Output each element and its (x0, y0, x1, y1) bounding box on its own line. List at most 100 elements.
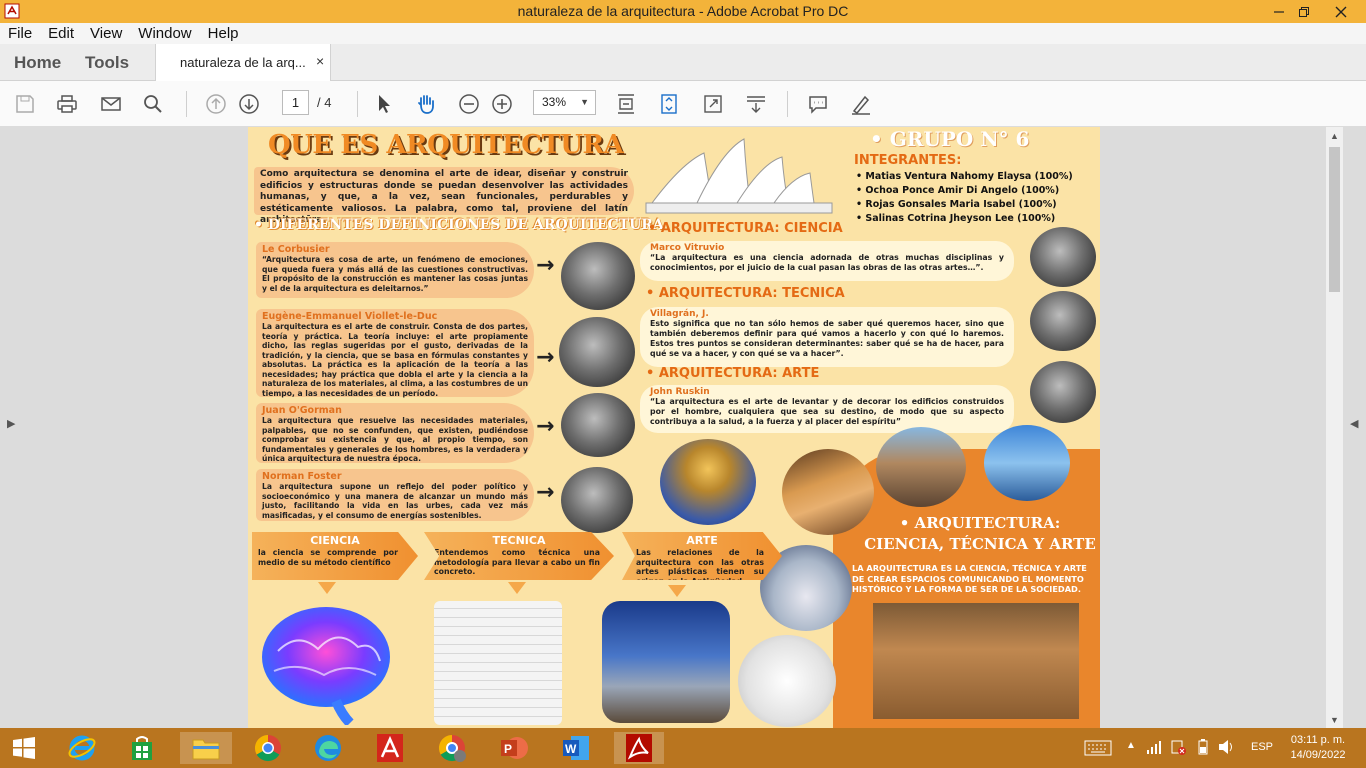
photo-colosseum (873, 603, 1079, 719)
portrait-norman-foster (561, 467, 633, 533)
prev-page-button[interactable] (204, 92, 228, 116)
section-author: Villagrán, J. (650, 309, 709, 319)
opera-house-illustration (645, 138, 833, 214)
restore-icon (1299, 6, 1309, 17)
zoom-select[interactable]: 33% ▼ (533, 90, 596, 115)
definition-card: Juan O'Gorman La arquitectura que resuel… (256, 403, 534, 463)
tab-close-icon[interactable]: × (316, 53, 324, 69)
save-button[interactable] (13, 92, 37, 116)
start-button[interactable] (2, 732, 46, 764)
fullscreen-button[interactable] (701, 92, 725, 116)
taskbar-acrobat[interactable] (368, 732, 412, 764)
section-heading-ciencia: • ARQUITECTURA: CIENCIA (648, 221, 843, 236)
list-item: • Rojas Gonsales Maria Isabel (100%) (856, 199, 1057, 210)
battery-icon[interactable] (1195, 739, 1211, 755)
definition-author: Juan O'Gorman (262, 405, 342, 416)
acrobat-pro-icon (626, 734, 652, 762)
internet-explorer-icon (68, 735, 96, 761)
scroll-mode-button[interactable] (614, 92, 638, 116)
svg-text:P: P (504, 742, 512, 756)
scroll-up-icon[interactable]: ▲ (1330, 131, 1339, 141)
section-text: “La arquitectura es una ciencia adornada… (650, 253, 1004, 272)
zoom-out-button[interactable] (457, 92, 481, 116)
language-indicator[interactable]: ESP (1251, 741, 1273, 753)
menu-window[interactable]: Window (138, 25, 191, 42)
taskbar-chrome[interactable] (246, 732, 290, 764)
chrome-icon (254, 734, 281, 762)
scroll-mode-icon (618, 94, 634, 114)
zoom-value: 33% (542, 95, 567, 109)
network-signal-icon[interactable] (1146, 739, 1162, 755)
search-button[interactable] (141, 92, 165, 116)
taskbar-chrome-profile[interactable] (430, 732, 474, 764)
pillar-heading: ARTE (686, 534, 718, 547)
search-icon (144, 95, 162, 113)
section-text: Esto significa que no tan sólo hemos de … (650, 319, 1004, 358)
menu-view[interactable]: View (90, 25, 122, 42)
tab-document[interactable]: naturaleza de la arq... × (155, 44, 331, 82)
svg-text:W: W (565, 742, 577, 756)
close-window-button[interactable] (1326, 0, 1356, 23)
definition-card: Le Corbusier “Arquitectura es cosa de ar… (256, 242, 534, 298)
save-icon (16, 95, 34, 113)
select-tool-button[interactable] (372, 92, 396, 116)
tray-chevron-up-icon[interactable]: ▲ (1126, 740, 1136, 751)
section-text: “La arquitectura es el arte de levantar … (650, 397, 1004, 426)
left-panel-toggle-icon[interactable]: ▶ (7, 417, 15, 430)
portrait-juan-ogorman (561, 393, 635, 457)
restore-button[interactable] (1289, 0, 1319, 23)
list-item: • Matias Ventura Nahomy Elaysa (100%) (856, 171, 1073, 182)
next-page-icon (239, 94, 259, 114)
taskbar-store[interactable] (120, 732, 164, 764)
right-panel-toggle-icon[interactable]: ◀ (1350, 417, 1358, 430)
toolbar-separator (357, 91, 358, 117)
keyboard-icon[interactable] (1084, 740, 1112, 756)
sign-button[interactable] (849, 92, 873, 116)
taskbar-internet-explorer[interactable] (60, 732, 104, 764)
email-button[interactable] (99, 92, 123, 116)
photo-hand-sketch (738, 635, 836, 727)
members-list: • Matias Ventura Nahomy Elaysa (100%) • … (856, 170, 1073, 226)
pillar-text: Las relaciones de la arquitectura con la… (636, 548, 764, 586)
pillar-ciencia: CIENCIA la ciencia se comprende por medi… (252, 532, 418, 580)
vertical-scrollbar[interactable]: ▲ ▼ (1326, 127, 1343, 728)
hand-tool-button[interactable] (414, 92, 438, 116)
taskbar-edge[interactable] (306, 732, 350, 764)
arrow-down-icon (318, 582, 336, 594)
next-page-button[interactable] (237, 92, 261, 116)
taskbar-file-explorer[interactable] (180, 732, 232, 764)
system-clock[interactable]: 03:11 p. m. 14/09/2022 (1286, 733, 1350, 763)
pillar-text: la ciencia se comprende por medio de su … (258, 548, 398, 567)
taskbar-powerpoint[interactable]: P (492, 732, 536, 764)
comment-button[interactable] (806, 92, 830, 116)
print-button[interactable] (55, 92, 79, 116)
photo-angkor-temple (876, 427, 966, 507)
definition-text: “Arquitectura es cosa de arte, un fenóme… (262, 255, 528, 293)
taskbar-word[interactable]: W (554, 732, 598, 764)
arrow-right-icon: → (536, 345, 555, 370)
taskbar-acrobat-pro[interactable] (614, 732, 664, 764)
photo-louvre-pyramid (782, 449, 874, 535)
zoom-in-button[interactable] (490, 92, 514, 116)
list-item: • Ochoa Ponce Amir Di Angelo (100%) (856, 185, 1060, 196)
scroll-down-icon[interactable]: ▼ (1330, 715, 1339, 725)
photo-royal-ontario-museum (602, 601, 730, 723)
fit-page-button[interactable] (657, 92, 681, 116)
scrollbar-thumb[interactable] (1329, 147, 1340, 292)
taskbar: P W ▲ ESP 03:11 p. m. 14/09/2022 (0, 728, 1366, 768)
menu-file[interactable]: File (8, 25, 32, 42)
page-number-input[interactable]: 1 (282, 90, 309, 115)
powerpoint-icon: P (501, 737, 528, 759)
windows-start-icon (13, 737, 35, 759)
menu-help[interactable]: Help (208, 25, 239, 42)
volume-icon[interactable] (1218, 739, 1236, 755)
read-mode-button[interactable] (744, 92, 768, 116)
pdf-page[interactable]: QUE ES ARQUITECTURA Como arquitectura se… (248, 127, 1100, 728)
tab-tools[interactable]: Tools (85, 53, 129, 73)
tab-home[interactable]: Home (14, 53, 61, 73)
definitions-heading: • DIFERENTES DEFINICIONES DE ARQUITECTUR… (254, 217, 664, 233)
fit-page-icon (661, 94, 677, 114)
network-error-icon[interactable] (1170, 739, 1186, 755)
menu-edit[interactable]: Edit (48, 25, 74, 42)
poster-title: QUE ES ARQUITECTURA (268, 130, 624, 160)
